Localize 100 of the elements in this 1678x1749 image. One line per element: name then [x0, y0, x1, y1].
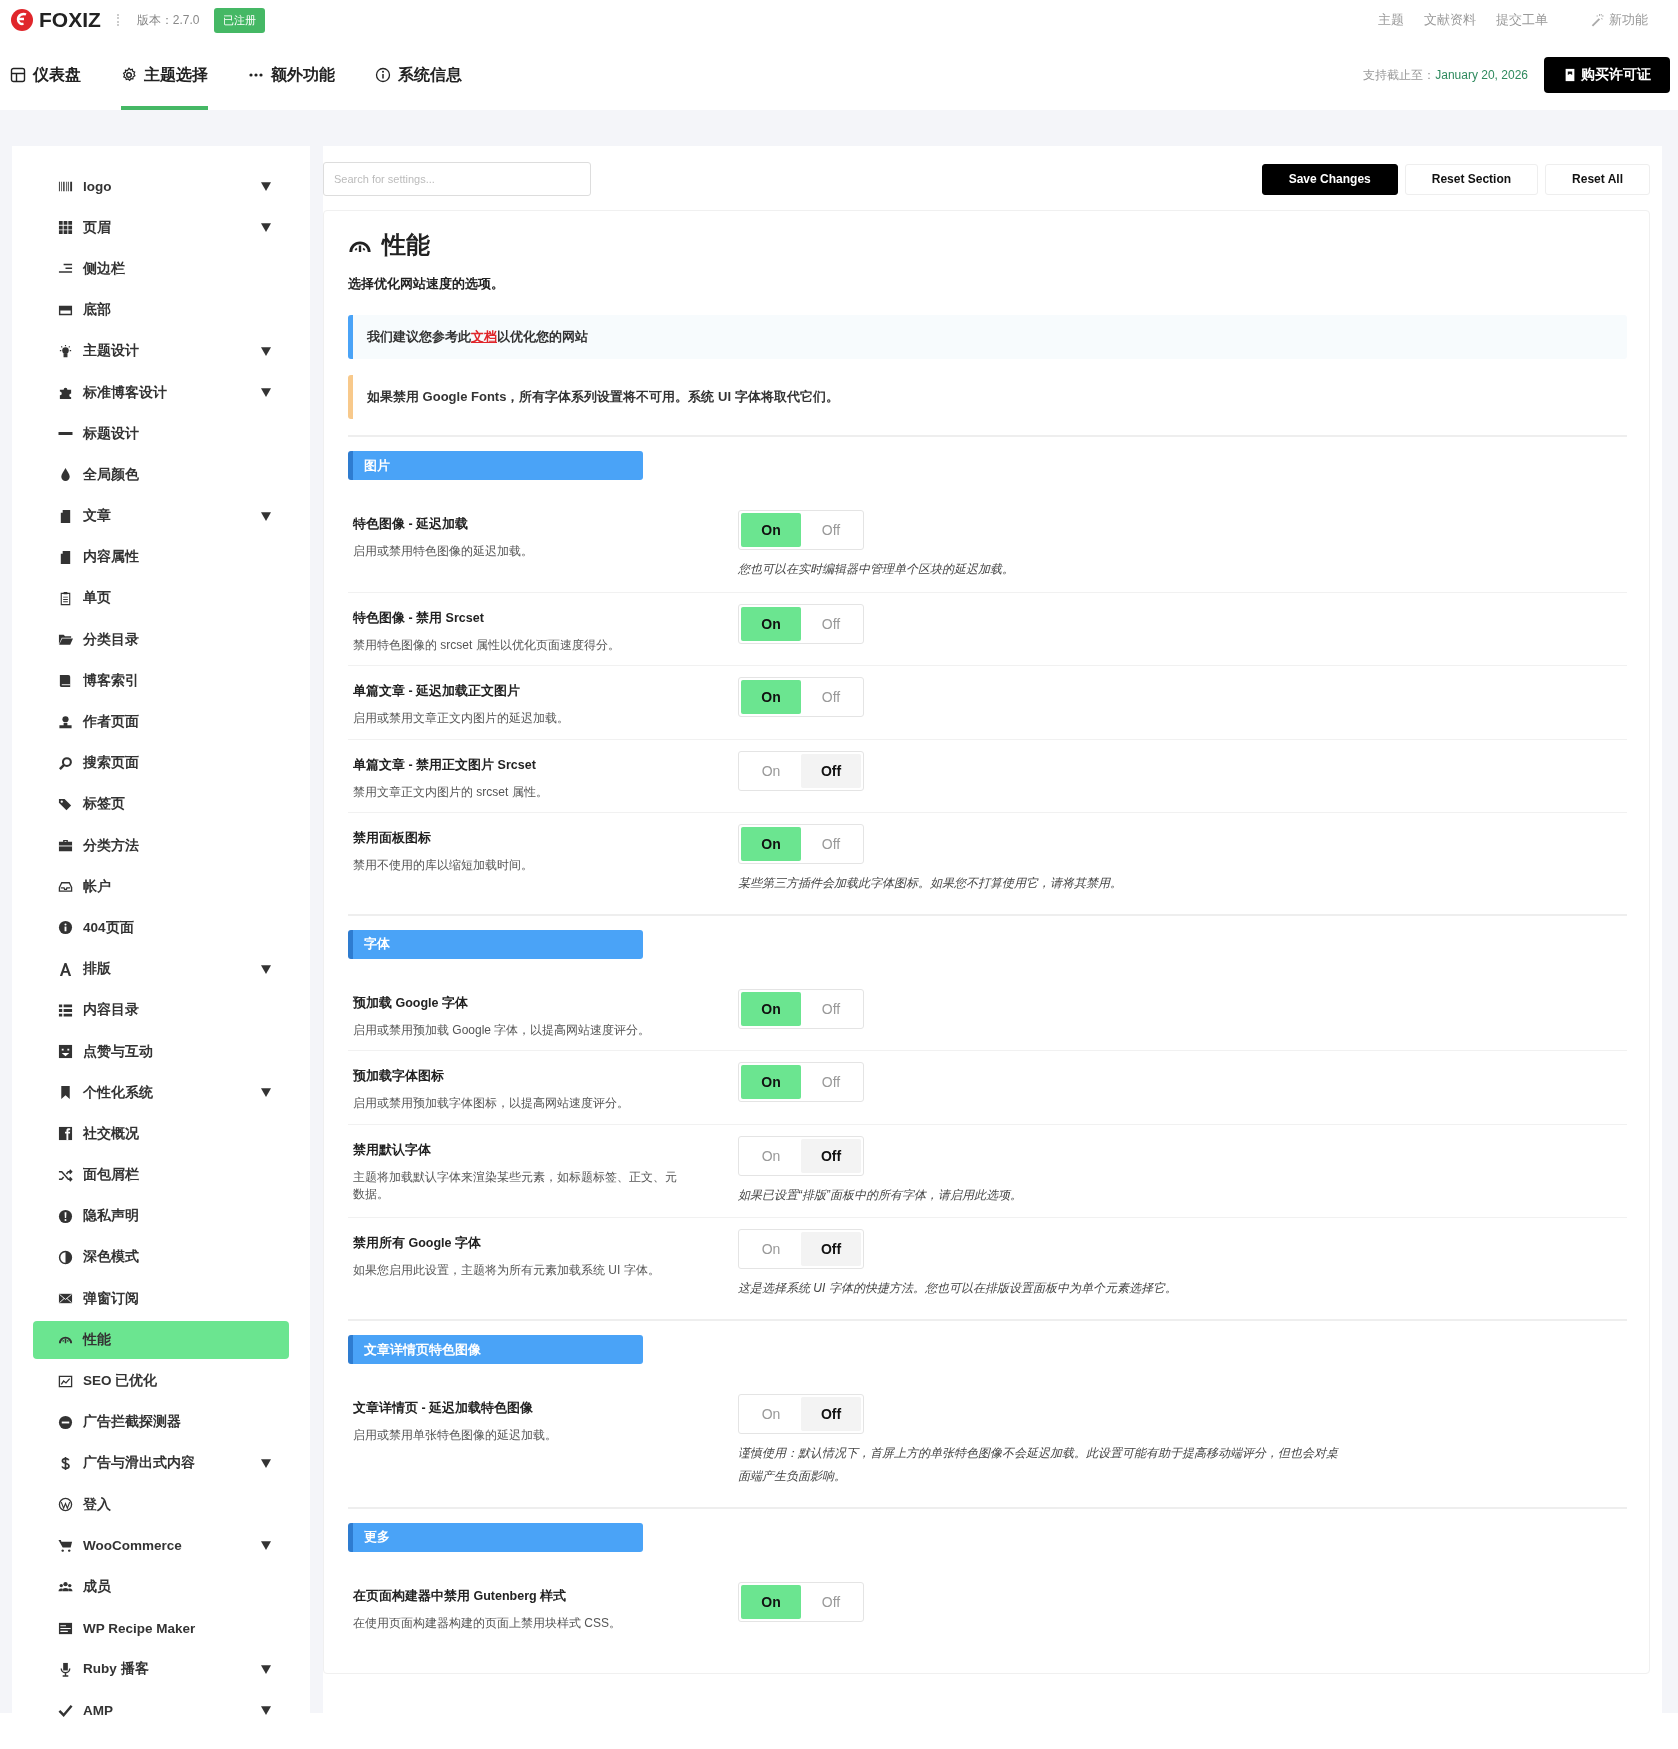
section-header: 更多 — [348, 1522, 643, 1552]
sidebar-item[interactable]: 标签页 — [33, 783, 289, 825]
notice-text: 如果禁用 Google Fonts，所有字体系列设置将不可用。系统 UI 字体将取代它们。 — [367, 388, 839, 406]
reset-button[interactable]: Reset All — [1545, 163, 1650, 195]
setting-description: 启用或禁用预加载字体图标，以提高网站速度评分。 — [353, 1095, 630, 1113]
sidebar-item[interactable]: AMP — [33, 1689, 289, 1732]
toggle-option[interactable]: Off — [801, 753, 861, 788]
sidebar-item[interactable]: WP Recipe Maker — [33, 1607, 289, 1649]
save-button[interactable]: Save Changes — [1261, 163, 1398, 195]
toggle-option[interactable]: On — [741, 991, 801, 1026]
brand-name: FOXIZ — [39, 8, 101, 32]
nav-tab[interactable]: 额外功能 — [248, 40, 335, 110]
sidebar-item[interactable]: 内容目录 — [33, 989, 289, 1031]
logo-icon — [10, 8, 34, 32]
sidebar-item[interactable]: 登入 — [33, 1484, 289, 1526]
list-icon — [58, 1002, 73, 1018]
toggle-option[interactable]: Off — [801, 1397, 861, 1432]
sidebar-item[interactable]: 排版 — [33, 948, 289, 990]
sidebar-item[interactable]: 面包屑栏 — [33, 1154, 289, 1196]
drop-icon — [58, 467, 73, 483]
sidebar-item[interactable]: 主题设计 — [33, 330, 289, 372]
sidebar-item[interactable]: 页眉 — [33, 207, 289, 249]
setting-note: 您也可以在实时编辑器中管理单个区块的延迟加载。 — [738, 561, 1015, 578]
setting-title: 禁用默认字体 — [353, 1141, 432, 1159]
setting-title: 单篇文章 - 延迟加载正文图片 — [353, 683, 522, 701]
sidebar-item[interactable]: 成员 — [33, 1566, 289, 1608]
sidebar-item[interactable]: 标准博客设计 — [33, 371, 289, 414]
setting-title: 预加载 Google 字体 — [353, 994, 469, 1012]
chart-icon — [58, 1373, 73, 1389]
setting-title: 禁用面板图标 — [353, 829, 432, 847]
sidebar-item[interactable]: 社交概况 — [33, 1113, 289, 1155]
sidebar-item[interactable]: 文章 — [33, 495, 289, 537]
setting-description: 禁用文章正文内图片的 srcset 属性。 — [353, 783, 549, 801]
toggle-option[interactable]: On — [741, 680, 801, 715]
sidebar-item[interactable]: WooCommerce — [33, 1525, 289, 1567]
section-header: 字体 — [348, 929, 643, 959]
sidebar-item[interactable]: 搜索页面 — [33, 742, 289, 784]
sidebar-item[interactable]: 性能 — [33, 1320, 289, 1359]
clipboard-icon — [58, 590, 73, 606]
info-icon — [58, 920, 73, 936]
sidebar-item[interactable]: 侧边栏 — [33, 248, 289, 290]
microphone-icon — [58, 1661, 73, 1677]
support-label: 支持截止至： — [1363, 66, 1436, 84]
typography-icon — [58, 961, 73, 977]
social-square-icon — [58, 1126, 73, 1142]
setting-description: 如果您启用此设置，主题将为所有元素加载系统 UI 字体。 — [353, 1262, 661, 1280]
sidebar-item[interactable]: 点赞与互动 — [33, 1030, 289, 1073]
sidebar-item[interactable]: SEO 已优化 — [33, 1360, 289, 1402]
sidebar-item[interactable]: 隐私声明 — [33, 1195, 289, 1237]
nav-tab[interactable]: 系统信息 — [375, 40, 462, 110]
setting-title: 禁用所有 Google 字体 — [353, 1235, 482, 1253]
sidebar-item[interactable]: 内容属性 — [33, 536, 289, 578]
folder-icon — [58, 632, 73, 648]
toggle-option[interactable]: On — [741, 1584, 801, 1619]
sidebar-item[interactable]: 博客索引 — [33, 660, 289, 702]
toggle-option[interactable]: On — [741, 513, 801, 547]
sidebar-item[interactable]: 404页面 — [33, 907, 289, 949]
exclamation-icon — [58, 1208, 73, 1224]
bookmark-icon — [58, 1085, 73, 1101]
sidebar-item[interactable]: 弹窗订阅 — [33, 1278, 289, 1320]
sidebar-item[interactable]: 分类方法 — [33, 825, 289, 867]
notice-text: 我们建议您参考此文档以优化您的网站 — [367, 328, 588, 346]
sidebar-item[interactable]: 帐户 — [33, 866, 289, 908]
block-icon — [58, 1414, 73, 1430]
sidebar-item[interactable]: 全局颜色 — [33, 454, 289, 496]
dashboard-icon — [10, 67, 26, 83]
buy-license-button[interactable]: 购买许可证 — [1544, 57, 1670, 93]
docs-link[interactable]: 文档 — [471, 329, 497, 344]
search-field[interactable]: Search for settings... — [323, 162, 591, 196]
toggle-option[interactable]: Off — [801, 1138, 861, 1173]
section-header: 图片 — [348, 451, 643, 480]
sidebar-item[interactable]: 分类目录 — [33, 619, 289, 661]
setting-description: 启用或禁用文章正文内图片的延迟加载。 — [353, 710, 570, 728]
shuffle-icon — [58, 1167, 73, 1183]
nav-tab[interactable]: 仪表盘 — [10, 40, 81, 110]
toggle-option[interactable]: On — [741, 1065, 801, 1100]
toggle-option[interactable]: On — [741, 826, 801, 861]
sidebar-item[interactable]: 深色模式 — [33, 1236, 289, 1279]
sidebar-item[interactable]: logo — [33, 166, 289, 208]
reset-button[interactable]: Reset Section — [1404, 163, 1539, 195]
minus-icon — [58, 432, 73, 436]
sidebar-item[interactable]: 个性化系统 — [33, 1072, 289, 1114]
sidebar-item[interactable]: 底部 — [33, 289, 289, 331]
grid-icon — [58, 220, 73, 236]
registered-badge: 已注册 — [213, 7, 265, 33]
sidebar-item[interactable]: Ruby 播客 — [33, 1648, 289, 1690]
license-icon — [1563, 68, 1577, 82]
sidebar-item[interactable]: 标题设计 — [33, 413, 289, 455]
toggle-option[interactable]: Off — [801, 1232, 861, 1267]
toggle-option[interactable]: On — [741, 606, 801, 641]
check-icon — [58, 1703, 73, 1719]
setting-title: 预加载字体图标 — [353, 1068, 445, 1086]
puzzle-icon — [58, 385, 73, 401]
sidebar-item[interactable]: 广告拦截探测器 — [33, 1401, 289, 1443]
sidebar-item[interactable]: 单页 — [33, 577, 289, 620]
sidebar-item[interactable]: 作者页面 — [33, 701, 289, 743]
tags-icon — [58, 796, 73, 812]
wand-icon — [1590, 13, 1604, 27]
setting-title: 在页面构建器中禁用 Gutenberg 样式 — [353, 1587, 568, 1605]
sidebar-item[interactable]: 广告与滑出式内容 — [33, 1442, 289, 1484]
